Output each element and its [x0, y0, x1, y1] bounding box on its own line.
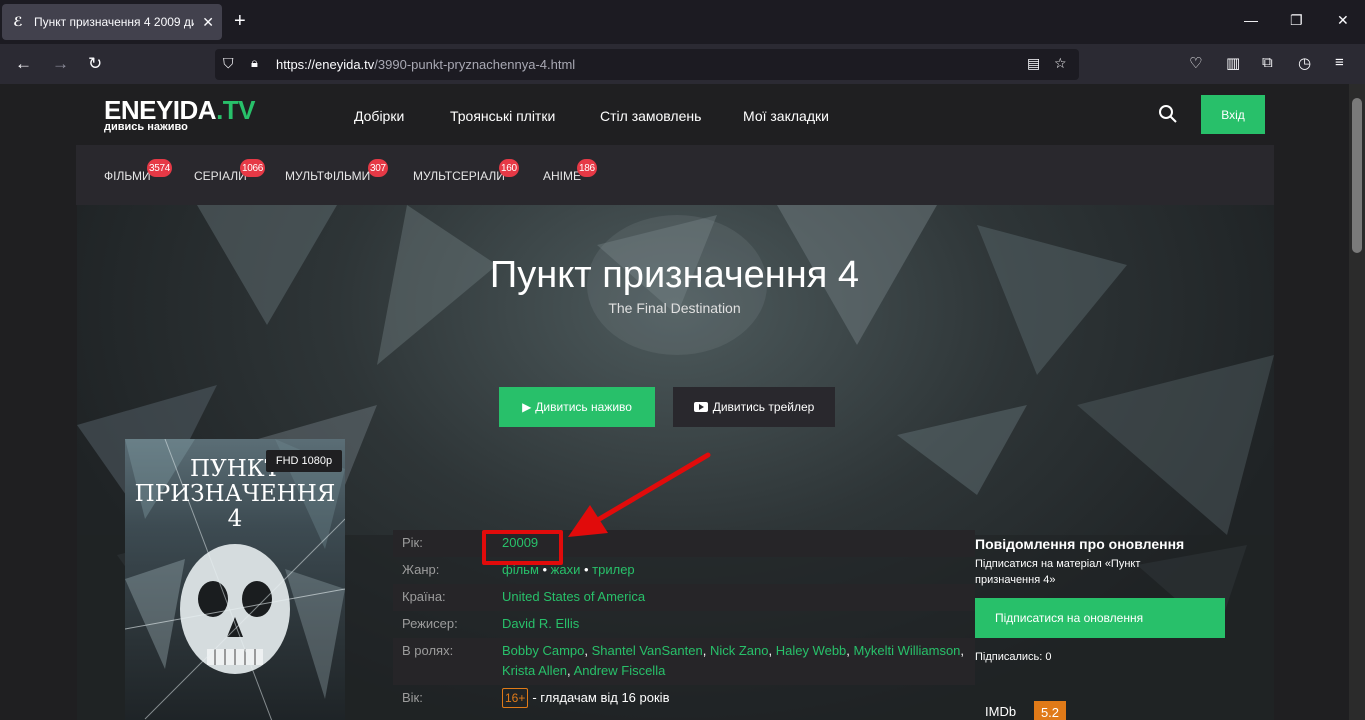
category-cartoons[interactable]: МУЛЬТФІЛЬМИ	[285, 169, 370, 183]
cast-separator: ,	[960, 643, 965, 658]
annotation-highlight-box	[482, 530, 563, 565]
subscribe-heading: Повідомлення про оновлення	[975, 536, 1185, 552]
lock-icon[interactable]: 🔒︎	[251, 55, 258, 71]
restore-icon[interactable]: ❐	[1290, 12, 1303, 29]
watch-online-label: Дивитись наживо	[535, 400, 632, 414]
page-content: ENEYIDA.TV дивись наживо Добірки Троянсь…	[0, 84, 1349, 720]
cast-separator: ,	[702, 643, 710, 658]
actor-link[interactable]: Nick Zano	[710, 643, 769, 658]
watch-trailer-label: Дивитись трейлер	[712, 400, 815, 414]
category-anime[interactable]: АНІМЕ	[543, 169, 581, 183]
close-window-icon[interactable]: ✕	[1337, 12, 1349, 29]
actor-link[interactable]: Haley Webb	[776, 643, 847, 658]
genre-value: фільм • жахи • трилер	[502, 560, 972, 580]
imdb-label: IMDb	[985, 704, 1017, 719]
poster-title-line: ПРИЗНАЧЕННЯ 4	[134, 481, 336, 532]
category-films[interactable]: ФІЛЬМИ	[104, 169, 151, 183]
cast-value: Bobby Campo, Shantel VanSanten, Nick Zan…	[502, 641, 972, 681]
age-text: - глядачам від 16 років	[532, 690, 670, 705]
play-icon: ▶	[522, 400, 532, 414]
actor-link[interactable]: Mykelti Williamson	[854, 643, 961, 658]
count-badge: 186	[577, 159, 597, 177]
category-animated-series[interactable]: МУЛЬТСЕРІАЛИ	[413, 169, 505, 183]
extensions-icon[interactable]: ⧉	[1262, 54, 1273, 71]
reader-view-icon[interactable]: ▤	[1027, 55, 1040, 72]
history-icon[interactable]: ◷	[1298, 54, 1311, 72]
info-row-genre: Жанр: фільм • жахи • трилер	[393, 557, 975, 584]
nav-requests[interactable]: Стіл замовлень	[600, 108, 701, 124]
login-button[interactable]: Вхід	[1201, 95, 1265, 134]
annotation-arrow-icon	[568, 452, 711, 537]
url-path: /3990-punkt-pryznachennya-4.html	[374, 57, 576, 72]
site-header: ENEYIDA.TV дивись наживо Добірки Троянсь…	[0, 84, 1349, 144]
imdb-score-badge: 5.2	[1034, 701, 1066, 720]
age-label: Вік:	[402, 690, 423, 705]
minimize-icon[interactable]: —	[1244, 12, 1258, 28]
back-icon[interactable]: ←	[15, 54, 32, 74]
genre-separator: •	[580, 562, 593, 577]
subscribe-panel: Повідомлення про оновлення Підписатися н…	[975, 536, 1235, 663]
scrollbar-thumb[interactable]	[1352, 98, 1362, 253]
count-badge: 160	[499, 159, 519, 177]
nav-collections[interactable]: Добірки	[354, 108, 404, 124]
page-scrollbar[interactable]	[1349, 84, 1365, 720]
info-row-cast: В ролях: Bobby Campo, Shantel VanSanten,…	[393, 638, 975, 685]
nav-bookmarks[interactable]: Мої закладки	[743, 108, 829, 124]
cast-label: В ролях:	[402, 643, 454, 658]
address-bar[interactable]: ⛉ 🔒︎ https://eneyida.tv/3990-punkt-pryzn…	[215, 49, 1079, 80]
actor-link[interactable]: Andrew Fiscella	[574, 663, 666, 678]
site-logo[interactable]: ENEYIDA.TV дивись наживо	[104, 95, 256, 133]
category-bar: ФІЛЬМИ 3574 СЕРІАЛИ 1066 МУЛЬТФІЛЬМИ 307…	[76, 145, 1274, 205]
tab-title: Пункт призначення 4 2009 див	[34, 15, 194, 29]
info-row-director: Режисер: David R. Ellis	[393, 611, 975, 638]
browser-tab-bar: ℰ Пункт призначення 4 2009 див ✕ + — ❐ ✕	[0, 0, 1365, 44]
age-value: 16+ - глядачам від 16 років	[502, 688, 972, 708]
movie-original-title: The Final Destination	[608, 300, 741, 316]
cast-separator: ,	[768, 643, 776, 658]
movie-poster[interactable]: ПУНКТ ПРИЗНАЧЕННЯ 4	[125, 439, 345, 720]
youtube-icon	[693, 402, 708, 412]
new-tab-button[interactable]: +	[234, 11, 246, 31]
watch-online-button[interactable]: ▶ Дивитись наживо	[499, 387, 655, 427]
category-series[interactable]: СЕРІАЛИ	[194, 169, 247, 183]
actor-link[interactable]: Bobby Campo	[502, 643, 584, 658]
watch-trailer-button[interactable]: Дивитись трейлер	[673, 387, 835, 427]
nav-gossip[interactable]: Троянські плітки	[450, 108, 555, 124]
cast-separator: ,	[846, 643, 854, 658]
count-badge: 307	[368, 159, 388, 177]
quality-badge: FHD 1080p	[266, 450, 342, 472]
info-row-country: Країна: United States of America	[393, 584, 975, 611]
site-favicon-icon: ℰ	[13, 14, 23, 29]
age-rating-badge: 16+	[502, 688, 529, 708]
actor-link[interactable]: Shantel VanSanten	[592, 643, 703, 658]
country-label: Країна:	[402, 589, 446, 604]
count-badge: 1066	[240, 159, 266, 177]
subscriber-count: Підписались: 0	[975, 651, 1052, 663]
logo-tv: .TV	[216, 95, 256, 125]
movie-title: Пункт призначення 4	[489, 254, 860, 296]
tab-close-icon[interactable]: ✕	[202, 14, 214, 31]
country-value[interactable]: United States of America	[502, 587, 972, 607]
search-icon[interactable]	[1158, 104, 1178, 124]
count-badge: 3574	[147, 159, 173, 177]
subscribe-button[interactable]: Підписатися на оновлення	[975, 598, 1225, 638]
pocket-icon[interactable]: ♡	[1189, 54, 1202, 72]
info-row-age: Вік: 16+ - глядачам від 16 років	[393, 685, 975, 712]
director-label: Режисер:	[402, 616, 458, 631]
url-text[interactable]: https://eneyida.tv/3990-punkt-pryznachen…	[276, 57, 575, 72]
forward-icon[interactable]: →	[52, 54, 69, 74]
movie-info-table: Рік: 20009 Жанр: фільм • жахи • трилер К…	[393, 530, 975, 712]
url-host: https://eneyida.tv	[276, 57, 375, 72]
browser-tab[interactable]: ℰ Пункт призначення 4 2009 див ✕	[2, 4, 222, 40]
sidebar-icon[interactable]: ▥	[1226, 54, 1240, 72]
reload-icon[interactable]: ↻	[88, 54, 102, 74]
cast-separator: ,	[584, 643, 592, 658]
actor-link[interactable]: Krista Allen	[502, 663, 567, 678]
menu-icon[interactable]: ≡	[1335, 54, 1344, 71]
genre-link[interactable]: трилер	[592, 562, 635, 577]
shield-icon[interactable]: ⛉	[223, 55, 234, 72]
subscribe-description: Підписатися на матеріал «Пункт призначен…	[975, 558, 1141, 586]
director-value[interactable]: David R. Ellis	[502, 614, 972, 634]
bookmark-star-icon[interactable]: ☆	[1054, 55, 1067, 72]
